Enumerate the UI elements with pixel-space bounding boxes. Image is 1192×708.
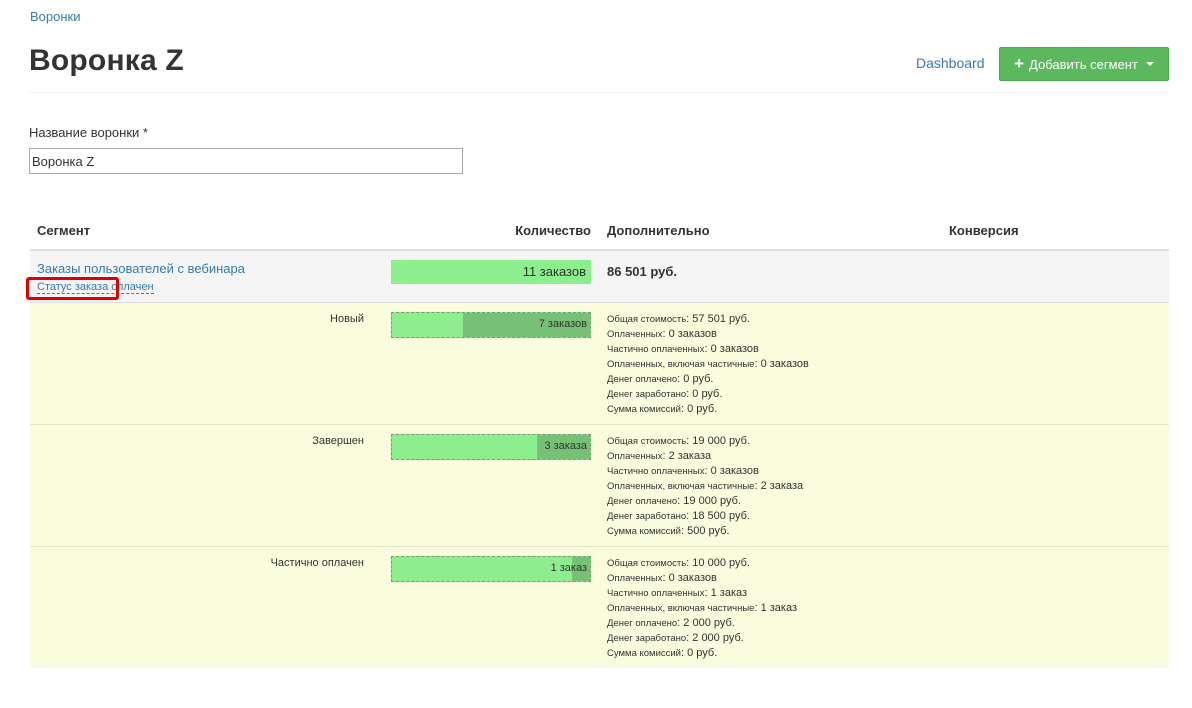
add-segment-label: Добавить сегмент bbox=[1029, 56, 1138, 72]
detail-value: 0 руб. bbox=[683, 373, 714, 385]
detail-value: 0 заказов bbox=[710, 465, 759, 477]
breadcrumb-funnels[interactable]: Воронки bbox=[30, 9, 81, 24]
detail-value: 0 руб. bbox=[692, 388, 723, 400]
status-name: Новый bbox=[330, 313, 364, 325]
detail-key: Денег оплачено bbox=[607, 374, 678, 385]
status-row: Частично оплачен 1 заказ Общая стоимость: … bbox=[30, 547, 1169, 668]
detail-item: Денег заработано: 0 руб. bbox=[607, 388, 723, 400]
column-header-segment: Сегмент bbox=[37, 223, 91, 238]
detail-value: 10 000 руб. bbox=[692, 557, 750, 569]
detail-value: 57 501 руб. bbox=[692, 313, 750, 325]
detail-value: 0 заказов bbox=[668, 328, 717, 340]
detail-value: 2 заказа bbox=[760, 480, 804, 492]
status-count-bar: 3 заказа bbox=[391, 434, 591, 460]
segment-total-sum: 86 501 руб. bbox=[607, 264, 678, 279]
detail-item: Частично оплаченных: 0 заказов bbox=[607, 465, 759, 477]
detail-item: Оплаченных, включая частичные: 1 заказ bbox=[607, 602, 798, 614]
detail-key: Частично оплаченных bbox=[607, 466, 705, 477]
detail-key: Оплаченных bbox=[607, 573, 663, 584]
add-segment-button[interactable]: + Добавить сегмент bbox=[999, 47, 1169, 81]
status-count-label: 7 заказов bbox=[538, 318, 587, 330]
detail-item: Сумма комиссий: 500 руб. bbox=[607, 525, 730, 537]
funnel-name-input[interactable] bbox=[29, 148, 463, 174]
detail-item: Оплаченных: 0 заказов bbox=[607, 328, 717, 340]
status-row: Завершен 3 заказа Общая стоимость: 19 000 … bbox=[30, 425, 1169, 547]
detail-item: Денег оплачено: 2 000 руб. bbox=[607, 617, 735, 629]
detail-key: Частично оплаченных bbox=[607, 344, 705, 355]
detail-value: 500 руб. bbox=[687, 525, 730, 537]
status-count-bar: 1 заказ bbox=[391, 556, 591, 582]
detail-value: 1 заказ bbox=[710, 587, 748, 599]
detail-key: Сумма комиссий bbox=[607, 404, 681, 415]
plus-icon: + bbox=[1014, 53, 1025, 73]
detail-key: Сумма комиссий bbox=[607, 526, 681, 537]
detail-key: Общая стоимость bbox=[607, 558, 687, 569]
detail-value: 2 000 руб. bbox=[683, 617, 735, 629]
detail-item: Оплаченных, включая частичные: 0 заказов bbox=[607, 358, 809, 370]
segment-row: Заказы пользователей с вебинара Статус з… bbox=[26, 251, 1169, 303]
segment-count-bar: 11 заказов bbox=[391, 260, 591, 284]
status-count-label: 3 заказа bbox=[544, 440, 587, 452]
detail-key: Денег оплачено bbox=[607, 618, 678, 629]
detail-key: Общая стоимость bbox=[607, 436, 687, 447]
page-title: Воронка Z bbox=[29, 44, 184, 77]
detail-item: Общая стоимость: 19 000 руб. bbox=[607, 435, 750, 447]
detail-value: 1 заказ bbox=[760, 602, 798, 614]
detail-value: 0 заказов bbox=[710, 343, 759, 355]
detail-item: Денег заработано: 18 500 руб. bbox=[607, 510, 750, 522]
detail-item: Денег оплачено: 0 руб. bbox=[607, 373, 714, 385]
segment-count-label: 11 заказов bbox=[522, 264, 586, 279]
detail-item: Оплаченных: 2 заказа bbox=[607, 450, 712, 462]
status-name: Завершен bbox=[312, 435, 364, 447]
detail-item: Общая стоимость: 57 501 руб. bbox=[607, 313, 750, 325]
detail-key: Денег оплачено bbox=[607, 496, 678, 507]
caret-down-icon bbox=[1145, 62, 1154, 66]
detail-value: 19 000 руб. bbox=[683, 495, 741, 507]
detail-item: Денег оплачено: 19 000 руб. bbox=[607, 495, 741, 507]
detail-value: 0 руб. bbox=[687, 647, 718, 659]
header-divider bbox=[30, 92, 1169, 93]
detail-item: Частично оплаченных: 0 заказов bbox=[607, 343, 759, 355]
detail-item: Оплаченных, включая частичные: 2 заказа bbox=[607, 480, 804, 492]
column-header-conversion: Конверсия bbox=[949, 223, 1019, 238]
detail-value: 18 500 руб. bbox=[692, 510, 750, 522]
detail-value: 2 000 руб. bbox=[692, 632, 744, 644]
status-row: Новый 7 заказов Общая стоимость: 57 501 ру… bbox=[30, 303, 1169, 425]
detail-key: Денег заработано bbox=[607, 389, 687, 400]
status-count-label: 1 заказ bbox=[550, 562, 587, 574]
detail-key: Оплаченных, включая частичные bbox=[607, 481, 755, 492]
detail-key: Оплаченных bbox=[607, 329, 663, 340]
detail-key: Оплаченных, включая частичные bbox=[607, 603, 755, 614]
status-count-bar: 7 заказов bbox=[391, 312, 591, 338]
segment-name-link[interactable]: Заказы пользователей с вебинара bbox=[37, 261, 245, 276]
column-header-count: Количество bbox=[515, 223, 591, 238]
detail-key: Сумма комиссий bbox=[607, 648, 681, 659]
detail-item: Общая стоимость: 10 000 руб. bbox=[607, 557, 750, 569]
status-name: Частично оплачен bbox=[270, 557, 364, 569]
detail-item: Оплаченных: 0 заказов bbox=[607, 572, 717, 584]
column-header-extra: Дополнительно bbox=[607, 223, 710, 238]
detail-value: 2 заказа bbox=[668, 450, 712, 462]
detail-key: Общая стоимость bbox=[607, 314, 687, 325]
status-details-list: Общая стоимость: 57 501 руб. Оплаченных: … bbox=[607, 312, 809, 417]
detail-item: Сумма комиссий: 0 руб. bbox=[607, 647, 718, 659]
detail-key: Денег заработано bbox=[607, 511, 687, 522]
detail-value: 19 000 руб. bbox=[692, 435, 750, 447]
detail-value: 0 руб. bbox=[687, 403, 718, 415]
detail-value: 0 заказов bbox=[760, 358, 809, 370]
detail-key: Оплаченных, включая частичные bbox=[607, 359, 755, 370]
detail-item: Сумма комиссий: 0 руб. bbox=[607, 403, 718, 415]
status-details-list: Общая стоимость: 19 000 руб. Оплаченных: … bbox=[607, 434, 803, 539]
detail-key: Оплаченных bbox=[607, 451, 663, 462]
status-details-list: Общая стоимость: 10 000 руб. Оплаченных: … bbox=[607, 556, 797, 661]
funnel-name-label: Название воронки * bbox=[29, 125, 148, 140]
detail-key: Частично оплаченных bbox=[607, 588, 705, 599]
detail-key: Денег заработано bbox=[607, 633, 687, 644]
detail-value: 0 заказов bbox=[668, 572, 717, 584]
dashboard-link[interactable]: Dashboard bbox=[916, 55, 985, 71]
highlight-box bbox=[26, 277, 119, 300]
detail-item: Денег заработано: 2 000 руб. bbox=[607, 632, 744, 644]
detail-item: Частично оплаченных: 1 заказ bbox=[607, 587, 748, 599]
